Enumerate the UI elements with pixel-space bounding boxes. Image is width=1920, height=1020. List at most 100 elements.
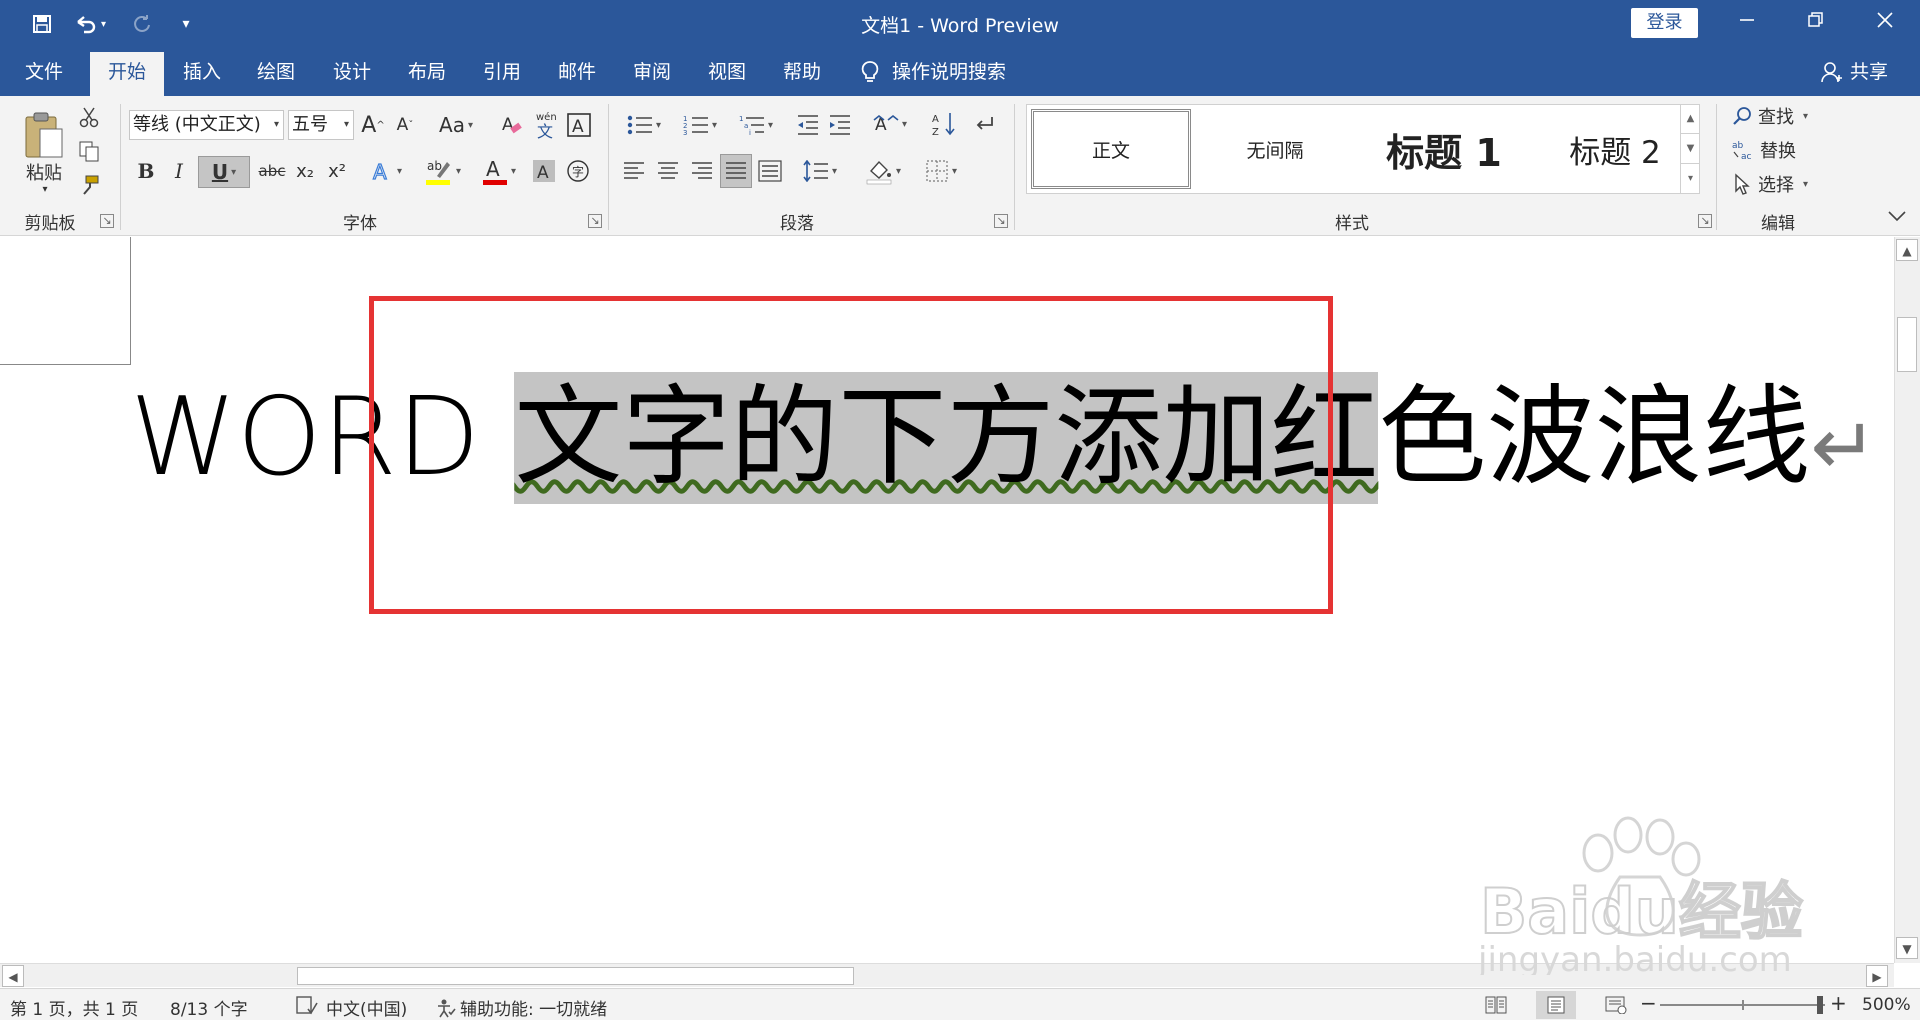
- minimize-icon[interactable]: [1722, 6, 1772, 40]
- align-left-icon[interactable]: [620, 156, 648, 186]
- grow-font-icon[interactable]: A ^: [360, 110, 386, 140]
- paste-dropdown-icon[interactable]: ▾: [35, 182, 55, 196]
- tab-mailings[interactable]: 邮件: [543, 47, 611, 96]
- style-heading-2[interactable]: 标题 2: [1535, 109, 1695, 189]
- scroll-down-icon[interactable]: ▼: [1896, 937, 1918, 959]
- vertical-scroll-thumb[interactable]: [1897, 317, 1917, 372]
- font-color-icon[interactable]: A ▾: [474, 154, 524, 188]
- paragraph-group-label: 段落: [780, 214, 814, 234]
- clipboard-launcher-icon[interactable]: ↘: [100, 214, 114, 228]
- paragraph-launcher-icon[interactable]: ↘: [994, 214, 1008, 228]
- read-mode-icon[interactable]: [1476, 991, 1516, 1019]
- underline-button[interactable]: U ▾: [198, 156, 250, 188]
- tell-me-search[interactable]: 操作说明搜索: [860, 47, 1006, 96]
- restore-icon[interactable]: [1790, 6, 1840, 40]
- shading-icon[interactable]: ▾: [858, 154, 908, 188]
- text-highlight-icon[interactable]: ab ▾: [418, 154, 468, 188]
- horizontal-scrollbar[interactable]: ◀ ▶: [0, 963, 1894, 987]
- enclose-characters-icon[interactable]: 字: [564, 156, 592, 186]
- subscript-button[interactable]: x₂: [292, 156, 318, 186]
- close-icon[interactable]: [1860, 6, 1910, 40]
- scroll-left-icon[interactable]: ◀: [2, 965, 24, 987]
- styles-more-icon[interactable]: ▾: [1681, 164, 1700, 194]
- language-indicator[interactable]: 中文(中国): [326, 995, 407, 1020]
- justify-icon[interactable]: [720, 154, 752, 188]
- styles-launcher-icon[interactable]: ↘: [1698, 214, 1712, 228]
- superscript-button[interactable]: x²: [324, 156, 350, 186]
- style-no-spacing[interactable]: 无间隔: [1197, 109, 1353, 189]
- zoom-slider-knob[interactable]: [1817, 996, 1823, 1014]
- bold-button[interactable]: B: [133, 156, 159, 186]
- clipboard-group-label: 剪贴板: [24, 214, 76, 234]
- tab-insert[interactable]: 插入: [168, 47, 236, 96]
- web-layout-icon[interactable]: [1596, 991, 1636, 1019]
- select-button[interactable]: 选择 ▾: [1732, 170, 1828, 198]
- font-name-combo[interactable]: 等线 (中文正文) ▾: [129, 110, 284, 140]
- collapse-ribbon-icon[interactable]: [1882, 204, 1912, 228]
- change-case-button[interactable]: Aa ▾: [433, 110, 479, 140]
- chinese-layout-icon[interactable]: A ▾: [866, 108, 914, 140]
- scroll-right-icon[interactable]: ▶: [1866, 965, 1888, 987]
- tab-view[interactable]: 视图: [693, 47, 761, 96]
- decrease-indent-icon[interactable]: [794, 110, 822, 140]
- sort-icon[interactable]: AZ: [930, 108, 958, 140]
- align-center-icon[interactable]: [654, 156, 682, 186]
- svg-text:A: A: [373, 160, 387, 183]
- cut-icon[interactable]: [76, 104, 102, 130]
- phonetic-guide-icon[interactable]: wén 文: [532, 108, 560, 142]
- tab-home[interactable]: 开始: [90, 52, 164, 96]
- accessibility-checker[interactable]: 辅助功能: 一切就绪: [436, 995, 607, 1020]
- style-normal[interactable]: 正文: [1031, 109, 1191, 189]
- login-button[interactable]: 登录: [1631, 8, 1698, 38]
- font-group-label: 字体: [343, 214, 377, 234]
- numbering-icon[interactable]: 1 2 3 ▾: [676, 110, 724, 140]
- tab-design[interactable]: 设计: [318, 47, 386, 96]
- tab-layout[interactable]: 布局: [393, 47, 461, 96]
- increase-indent-icon[interactable]: [826, 110, 854, 140]
- show-hide-marks-icon[interactable]: [970, 108, 998, 140]
- clear-formatting-icon[interactable]: A: [498, 110, 526, 140]
- bullets-icon[interactable]: ▾: [620, 110, 668, 140]
- tab-file[interactable]: 文件: [10, 47, 78, 96]
- horizontal-scroll-thumb[interactable]: [297, 967, 854, 985]
- zoom-level[interactable]: 500%: [1862, 995, 1911, 1015]
- tab-references[interactable]: 引用: [468, 47, 536, 96]
- styles-scroll-down-icon[interactable]: ▼: [1681, 134, 1700, 164]
- character-shading-icon[interactable]: A: [530, 156, 558, 186]
- style-heading-1[interactable]: 标题 1: [1359, 109, 1529, 189]
- copy-icon[interactable]: [76, 138, 102, 164]
- tab-review[interactable]: 审阅: [618, 47, 686, 96]
- paste-label[interactable]: 粘贴: [18, 160, 70, 184]
- replace-button[interactable]: ab ac 替换: [1732, 136, 1828, 164]
- print-layout-icon[interactable]: [1536, 991, 1576, 1019]
- page-margin-corner-mark: [0, 237, 131, 365]
- align-right-icon[interactable]: [688, 156, 716, 186]
- format-painter-icon[interactable]: [76, 172, 102, 198]
- italic-button[interactable]: I: [166, 156, 192, 186]
- character-border-icon[interactable]: A: [565, 110, 593, 140]
- multilevel-list-icon[interactable]: 1 a i ▾: [732, 110, 780, 140]
- zoom-out-button[interactable]: −: [1640, 991, 1657, 1015]
- proofing-icon[interactable]: [296, 995, 318, 1020]
- font-size-combo[interactable]: 五号 ▾: [288, 110, 354, 140]
- styles-scroll-up-icon[interactable]: ▲: [1681, 104, 1700, 134]
- find-button[interactable]: 查找 ▾: [1732, 102, 1828, 130]
- zoom-in-button[interactable]: +: [1830, 991, 1847, 1015]
- paste-icon[interactable]: [18, 106, 70, 166]
- tab-help[interactable]: 帮助: [768, 47, 836, 96]
- vertical-scrollbar[interactable]: ▲ ▼: [1894, 237, 1920, 963]
- scroll-up-icon[interactable]: ▲: [1896, 239, 1918, 261]
- text-effects-icon[interactable]: A ▾: [364, 156, 408, 186]
- share-button[interactable]: 共享: [1820, 47, 1888, 96]
- font-launcher-icon[interactable]: ↘: [588, 214, 602, 228]
- page-count[interactable]: 第 1 页，共 1 页: [10, 995, 138, 1020]
- tab-draw[interactable]: 绘图: [242, 47, 310, 96]
- line-spacing-icon[interactable]: ▾: [796, 156, 844, 186]
- text-after-selection: 色波浪线: [1378, 375, 1811, 500]
- share-label: 共享: [1850, 60, 1889, 83]
- shrink-font-icon[interactable]: Aˇ: [392, 110, 418, 140]
- word-count[interactable]: 8/13 个字: [170, 995, 248, 1020]
- borders-icon[interactable]: ▾: [916, 156, 966, 186]
- strikethrough-button[interactable]: abc: [256, 156, 288, 186]
- distributed-align-icon[interactable]: [756, 156, 784, 186]
